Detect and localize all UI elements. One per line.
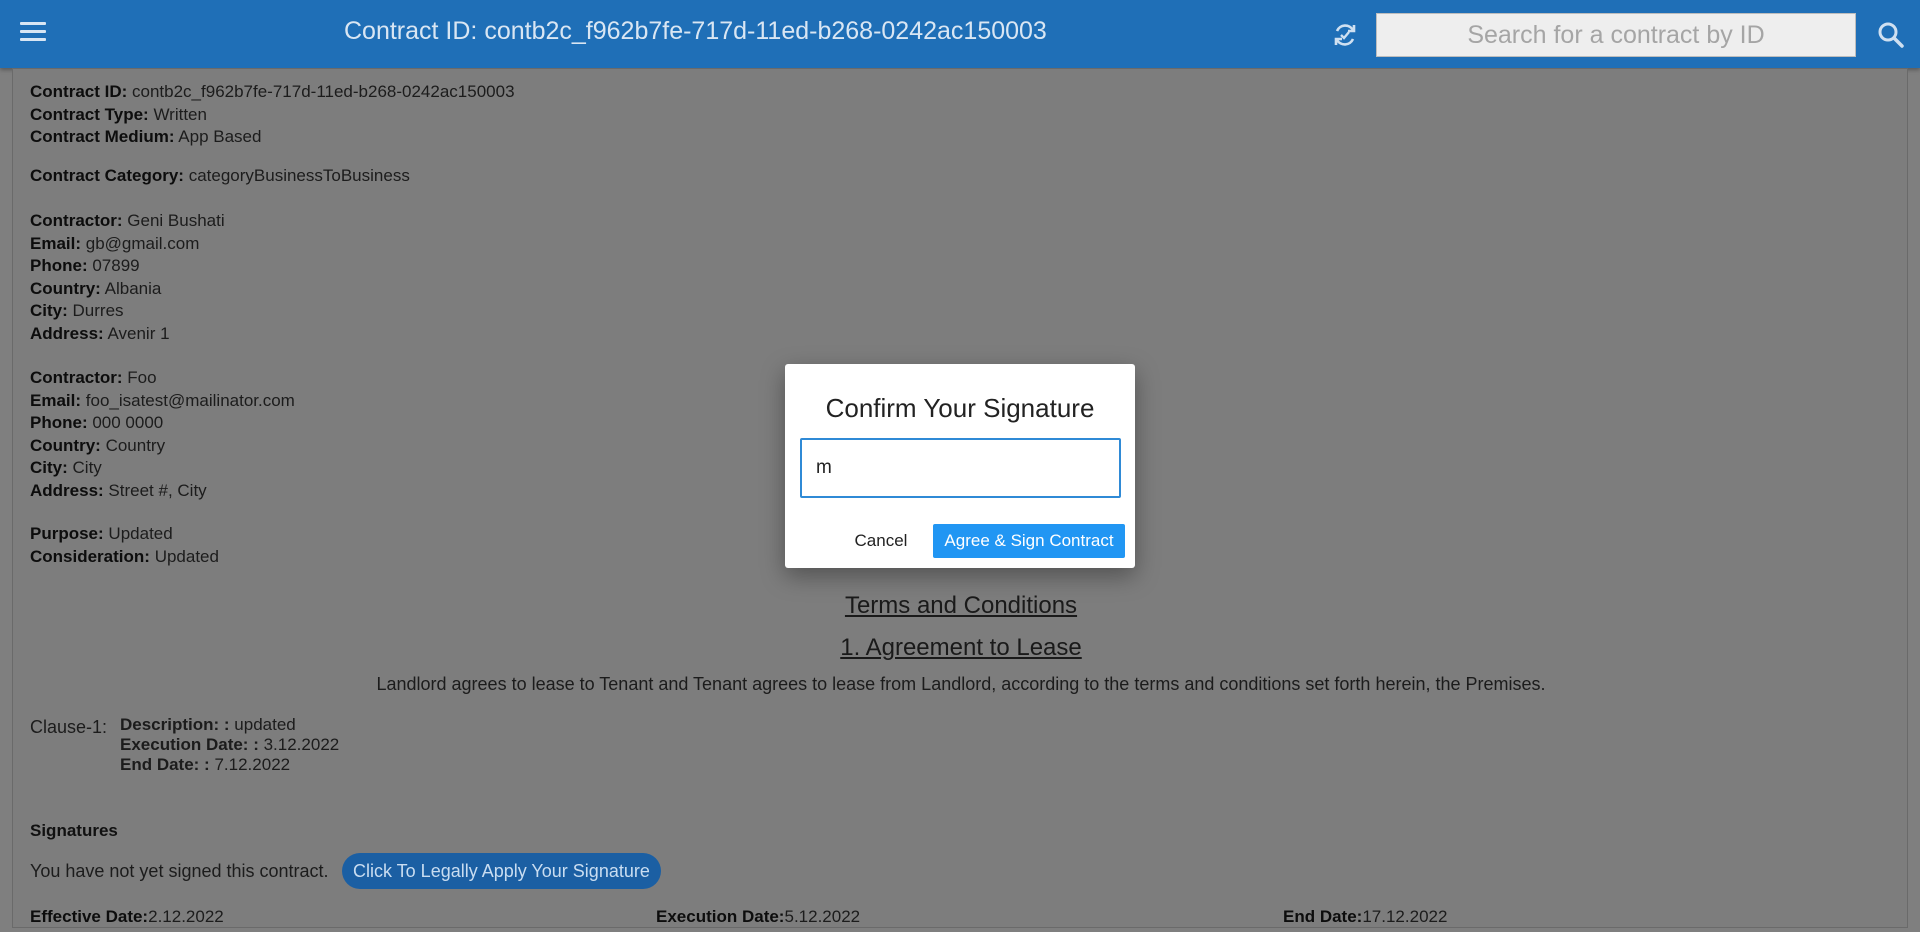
clause-description: updated [234,715,296,734]
sync-icon[interactable] [1330,20,1360,50]
signature-input[interactable] [800,438,1121,498]
contract-medium-label: Contract Medium: [30,127,175,146]
search-icon[interactable] [1876,20,1906,50]
contractor-address: Street #, City [108,480,207,500]
city-label: City: [30,458,68,477]
lease-text: Landlord agrees to lease to Tenant and T… [376,674,1546,694]
contract-category: Contract Category: categoryBusinessToBus… [30,165,410,188]
contractor-label: Contractor: [30,211,123,230]
phone-label: Phone: [30,256,88,275]
contractor-name: Geni Bushati [127,211,225,230]
contract-info: Contract ID: contb2c_f962b7fe-717d-11ed-… [30,81,515,149]
clause-end-date: 7.12.2022 [214,755,291,774]
contractor-2-info: Contractor: Foo Email: foo_isatest@maili… [30,367,295,502]
contract-category-label: Contract Category: [30,166,184,185]
clause-body: Description: : updated Execution Date: :… [120,715,339,775]
dialog-title: Confirm Your Signature [825,393,1095,423]
terms-heading: Terms and Conditions [844,592,1078,619]
effective-date-label: Effective Date: [30,907,149,926]
menu-icon[interactable] [20,22,46,44]
search-input[interactable] [1376,13,1856,57]
contractor-name: Foo [127,368,157,387]
consideration-value: Updated [154,546,219,566]
city-label: City: [30,301,68,320]
app-bar: Contract ID: contb2c_f962b7fe-717d-11ed-… [0,0,1920,68]
purpose-value: Updated [108,524,173,543]
contractor-1-info: Contractor: Geni Bushati Email: gb@gmail… [30,210,225,345]
phone-label: Phone: [30,413,88,432]
clause-execution-date: 3.12.2022 [263,735,340,754]
contractor-email: gb@gmail.com [85,233,200,253]
clause-end-label: End Date: : [120,755,210,774]
contractor-phone: 000 0000 [92,413,164,432]
purpose-label: Purpose: [30,524,104,543]
contract-type-label: Contract Type: [30,104,149,124]
contractor-email: foo_isatest@mailinator.com [85,390,295,410]
effective-date: Effective Date:2.12.2022 [30,907,224,927]
cancel-button[interactable]: Cancel [841,524,921,558]
contractor-label: Contractor: [30,368,123,387]
confirm-signature-dialog: Confirm Your Signature Cancel Agree & Si… [785,364,1135,568]
clause-description-label: Description: : [120,715,230,734]
contract-type-value: Written [153,104,207,124]
email-label: Email: [30,390,82,410]
apply-signature-button[interactable]: Click To Legally Apply Your Signature [342,853,661,889]
country-label: Country: [30,278,101,298]
section-heading: 1. Agreement to Lease [840,634,1082,661]
contractor-city: Durres [72,301,124,320]
signature-status: You have not yet signed this contract. [30,861,329,881]
clause-label: Clause-1: [30,717,108,737]
purpose-consideration: Purpose: Updated Consideration: Updated [30,523,219,568]
effective-date-value: 2.12.2022 [148,907,224,926]
address-label: Address: [30,323,104,343]
contractor-phone: 07899 [92,256,140,275]
country-label: Country: [30,435,101,455]
end-date: End Date:17.12.2022 [1283,907,1447,927]
end-date-label: End Date: [1283,907,1363,926]
contractor-country: Albania [104,278,162,298]
execution-date-label: Execution Date: [656,907,785,926]
contract-id-value: contb2c_f962b7fe-717d-11ed-b268-0242ac15… [132,82,515,101]
contractor-address: Avenir 1 [107,323,170,343]
address-label: Address: [30,480,104,500]
agree-sign-button[interactable]: Agree & Sign Contract [933,524,1125,558]
contractor-country: Country [105,435,166,455]
consideration-label: Consideration: [30,546,150,566]
email-label: Email: [30,233,82,253]
contract-id-label: Contract ID: [30,82,128,101]
contractor-city: City [72,458,102,477]
page-title: Contract ID: contb2c_f962b7fe-717d-11ed-… [344,17,1047,45]
contract-category-value: categoryBusinessToBusiness [188,166,410,185]
execution-date: Execution Date:5.12.2022 [656,907,860,927]
end-date-value: 17.12.2022 [1362,907,1448,926]
contract-medium-value: App Based [178,127,262,146]
execution-date-value: 5.12.2022 [784,907,861,926]
clause-execution-label: Execution Date: : [120,735,259,754]
signatures-heading: Signatures [30,821,118,840]
